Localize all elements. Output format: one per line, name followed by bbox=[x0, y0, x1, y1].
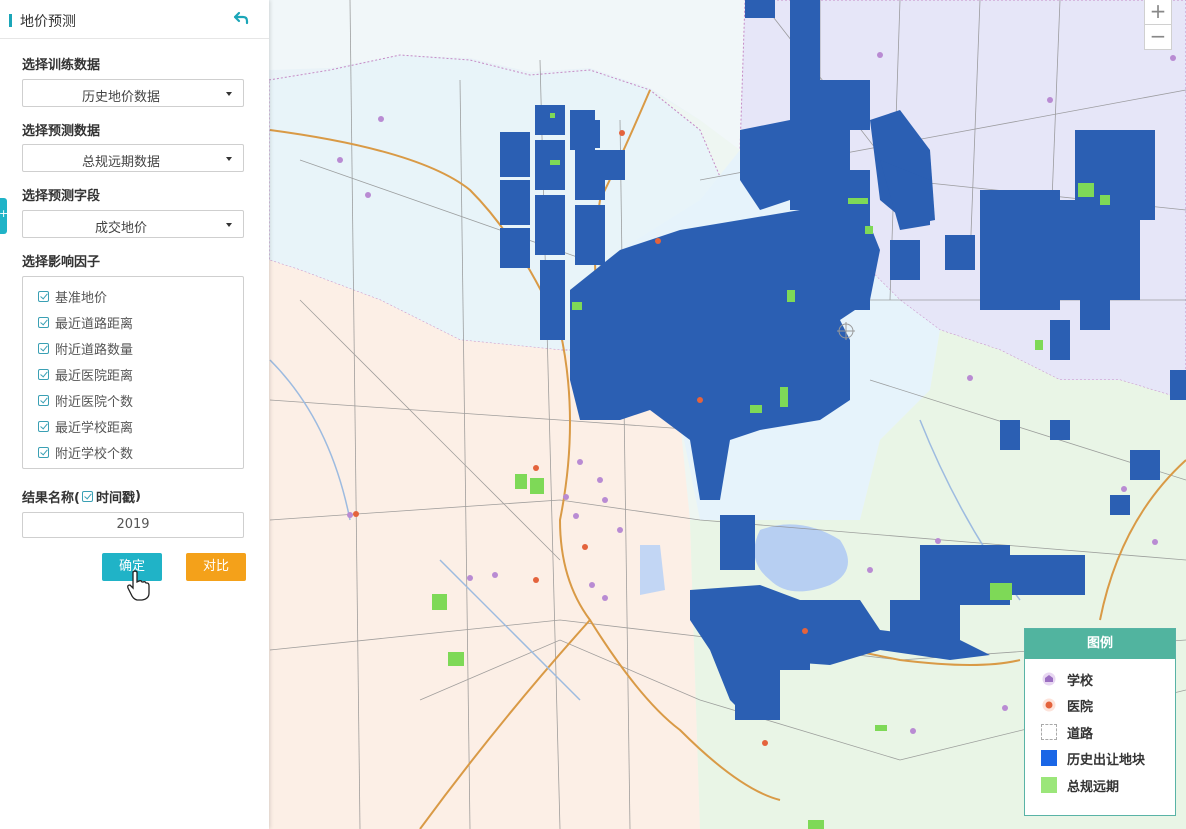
factor-item[interactable]: 附近道路数量 bbox=[38, 339, 134, 358]
legend-item-parcel: 历史出让地块 bbox=[1041, 749, 1146, 768]
zoom-control: + − bbox=[1144, 0, 1172, 50]
train-data-select[interactable]: 历史地价数据 bbox=[22, 79, 244, 107]
factor-label: 附近道路数量 bbox=[55, 342, 134, 358]
parcel-swatch bbox=[1041, 750, 1057, 766]
plus-icon: + bbox=[0, 207, 9, 220]
result-name-suffix: ) bbox=[134, 489, 141, 504]
factor-label: 附近医院个数 bbox=[55, 394, 134, 410]
prediction-panel: 地价预测 选择训练数据 历史地价数据 选择预测数据 总规远期数据 选择预测字段 … bbox=[0, 0, 269, 829]
legend-label: 道路 bbox=[1067, 726, 1094, 742]
panel-toggle-tab[interactable]: + bbox=[0, 198, 9, 234]
factor-label: 最近学校距离 bbox=[55, 420, 134, 436]
factors-list: 基准地价 最近道路距离 附近道路数量 最近医院距离 附近医院个数 最近学校距离 … bbox=[22, 276, 244, 469]
caret-down-icon bbox=[226, 157, 232, 161]
checkbox-checked-icon[interactable] bbox=[38, 420, 49, 432]
predict-data-value: 总规远期数据 bbox=[81, 155, 160, 170]
result-name-input[interactable]: 2019 bbox=[22, 512, 244, 538]
checkbox-checked-icon[interactable] bbox=[38, 316, 49, 328]
predict-field-select[interactable]: 成交地价 bbox=[22, 210, 244, 238]
hand-cursor-icon bbox=[127, 570, 150, 601]
legend-item-road: 道路 bbox=[1041, 723, 1094, 742]
legend-label: 历史出让地块 bbox=[1067, 752, 1146, 768]
panel-title: 地价预测 bbox=[20, 14, 76, 30]
panel-header: 地价预测 bbox=[0, 0, 269, 39]
caret-down-icon bbox=[226, 223, 232, 227]
legend-label: 总规远期 bbox=[1067, 779, 1120, 795]
legend-item-hospital: 医院 bbox=[1041, 696, 1094, 715]
zoom-in-button[interactable]: + bbox=[1145, 0, 1171, 24]
legend-title: 图例 bbox=[1025, 629, 1175, 659]
train-data-value: 历史地价数据 bbox=[81, 90, 160, 105]
checkbox-checked-icon[interactable] bbox=[38, 394, 49, 406]
legend-item-school: 学校 bbox=[1041, 670, 1094, 689]
predict-field-label: 选择预测字段 bbox=[22, 189, 101, 204]
factor-item[interactable]: 附近医院个数 bbox=[38, 391, 134, 410]
factor-item[interactable]: 最近学校距离 bbox=[38, 417, 134, 436]
plan-swatch bbox=[1041, 777, 1057, 793]
checkbox-checked-icon[interactable] bbox=[38, 368, 49, 380]
factor-label: 最近道路距离 bbox=[55, 316, 134, 332]
map-legend: 图例 学校 医院 道路 历史出让地块 总规远期 bbox=[1024, 628, 1176, 816]
predict-field-value: 成交地价 bbox=[94, 221, 147, 236]
factors-label: 选择影响因子 bbox=[22, 255, 101, 270]
factor-label: 基准地价 bbox=[55, 290, 108, 306]
checkbox-checked-icon[interactable] bbox=[38, 290, 49, 302]
factor-label: 附近学校个数 bbox=[55, 446, 134, 462]
factor-item[interactable]: 附近学校个数 bbox=[38, 443, 134, 462]
factor-label: 最近医院距离 bbox=[55, 368, 134, 384]
school-icon bbox=[1041, 671, 1057, 687]
result-name-label: 结果名称( bbox=[22, 491, 80, 506]
timestamp-checkbox-icon[interactable] bbox=[81, 491, 93, 502]
caret-down-icon bbox=[226, 92, 232, 96]
checkbox-checked-icon[interactable] bbox=[38, 342, 49, 354]
zoom-out-button[interactable]: − bbox=[1145, 24, 1171, 49]
road-icon bbox=[1041, 724, 1057, 740]
train-data-label: 选择训练数据 bbox=[22, 58, 101, 73]
back-icon[interactable] bbox=[233, 10, 249, 26]
compare-button[interactable]: 对比 bbox=[186, 553, 246, 581]
predict-data-label: 选择预测数据 bbox=[22, 124, 101, 139]
legend-label: 医院 bbox=[1067, 699, 1094, 715]
hospital-icon bbox=[1041, 697, 1057, 713]
legend-item-plan: 总规远期 bbox=[1041, 776, 1120, 795]
factor-item[interactable]: 最近医院距离 bbox=[38, 365, 134, 384]
legend-label: 学校 bbox=[1067, 673, 1094, 689]
checkbox-checked-icon[interactable] bbox=[38, 446, 49, 458]
factor-item[interactable]: 最近道路距离 bbox=[38, 313, 134, 332]
factor-item[interactable]: 基准地价 bbox=[38, 287, 108, 306]
predict-data-select[interactable]: 总规远期数据 bbox=[22, 144, 244, 172]
timestamp-label: 时间戳 bbox=[95, 491, 135, 506]
header-accent-bar bbox=[9, 14, 12, 27]
result-name-row: 结果名称( 时间戳 ) bbox=[22, 487, 141, 506]
